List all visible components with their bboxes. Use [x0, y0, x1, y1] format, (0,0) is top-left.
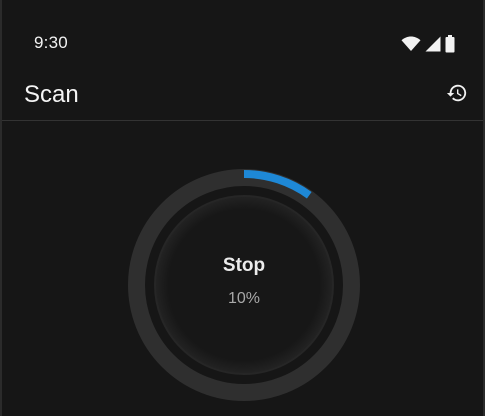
- progress-percent: 10%: [227, 289, 261, 307]
- history-icon: [446, 82, 468, 109]
- status-time: 9:30: [34, 33, 68, 52]
- app-bar: Scan: [2, 80, 483, 121]
- status-icons: [401, 35, 455, 53]
- history-button[interactable]: [445, 83, 469, 107]
- battery-icon: [445, 35, 455, 53]
- page-title: Scan: [24, 81, 79, 108]
- status-bar: 9:30: [2, 0, 483, 80]
- stop-scan-button[interactable]: Stop 10%: [157, 198, 331, 372]
- cellular-signal-icon: [425, 36, 441, 52]
- stop-label: Stop: [222, 254, 266, 276]
- scan-screen: 9:30 Scan Stop 10%: [2, 0, 483, 416]
- scan-progress-ring: Stop 10%: [128, 169, 360, 401]
- wifi-icon: [401, 36, 421, 52]
